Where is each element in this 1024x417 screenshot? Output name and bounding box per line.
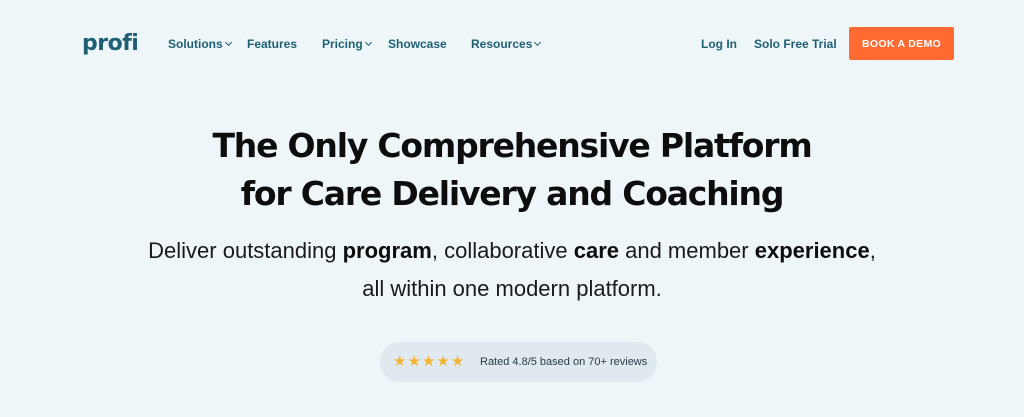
hero-title: The Only Comprehensive Platform for Care… [0, 122, 1024, 218]
nav-resources[interactable]: Resources [471, 36, 542, 52]
nav-solutions[interactable]: Solutions [168, 36, 232, 52]
star-icon: ★ [450, 353, 465, 370]
nav-showcase[interactable]: Showcase [388, 36, 447, 52]
nav-pricing-label: Pricing [322, 37, 363, 51]
chevron-down-icon [534, 38, 542, 47]
book-a-demo-button[interactable]: BOOK A DEMO [849, 27, 954, 60]
hero-title-line-2: for Care Delivery and Coaching [240, 174, 785, 213]
profi-logo[interactable]: profi [82, 30, 139, 58]
top-navigation: profi Solutions Features Pricing Showcas… [0, 0, 1024, 88]
login-link[interactable]: Log In [701, 36, 737, 52]
hero-title-line-1: The Only Comprehensive Platform [212, 126, 812, 165]
hero-sub-bold-care: care [573, 238, 619, 263]
hero-sub-text-2: , collaborative [431, 238, 574, 263]
star-icon: ★ [421, 353, 436, 370]
hero-sub-bold-experience: experience [754, 238, 870, 263]
nav-showcase-label: Showcase [388, 37, 447, 51]
rating-stars: ★★★★★ [393, 352, 465, 372]
nav-solutions-label: Solutions [168, 37, 223, 51]
nav-features-label: Features [247, 37, 298, 51]
hero-sub-text-4: , [869, 238, 876, 263]
hero-sub-line-2: all within one modern platform. [362, 276, 662, 301]
rating-text: Rated 4.8/5 based on 70+ reviews [480, 356, 648, 368]
nav-pricing[interactable]: Pricing [322, 36, 372, 52]
hero-sub-text-1: Deliver outstanding [148, 238, 343, 263]
star-icon: ★ [393, 353, 407, 370]
star-icon: ★ [407, 353, 421, 370]
star-icon: ★ [436, 353, 450, 370]
nav-features[interactable]: Features [247, 36, 297, 52]
hero-subtitle: Deliver outstanding program, collaborati… [0, 232, 1024, 308]
chevron-down-icon [364, 38, 372, 47]
rating-badge: ★★★★★ Rated 4.8/5 based on 70+ reviews [380, 342, 657, 382]
hero-sub-text-3: and member [619, 238, 755, 263]
chevron-down-icon [224, 38, 232, 47]
solo-free-trial-link[interactable]: Solo Free Trial [754, 36, 837, 52]
nav-resources-label: Resources [471, 37, 533, 51]
hero-sub-bold-program: program [342, 238, 432, 263]
